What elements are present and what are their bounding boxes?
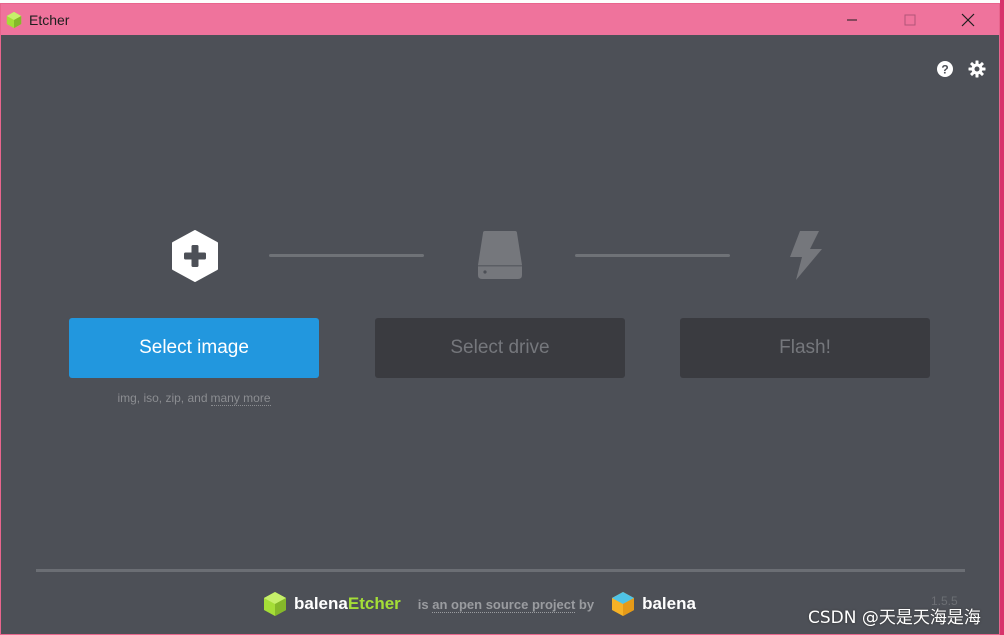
maximize-button[interactable] xyxy=(881,4,939,35)
app-window: Etcher ? Select image Select drive Flash… xyxy=(0,3,1000,635)
many-more-link[interactable]: many more xyxy=(210,391,271,406)
footer: balenaEtcher is an open source project b… xyxy=(262,589,696,619)
brand-name[interactable]: balenaEtcher xyxy=(294,594,401,614)
select-drive-button[interactable]: Select drive xyxy=(375,318,625,378)
etcher-app-icon xyxy=(6,11,22,28)
minimize-button[interactable] xyxy=(823,4,881,35)
window-title: Etcher xyxy=(29,11,70,28)
title-bar: Etcher xyxy=(1,4,999,35)
brand-name-part2: Etcher xyxy=(347,594,401,613)
hint-text: img, iso, zip, and xyxy=(117,391,208,405)
maximize-icon xyxy=(904,14,916,25)
svg-text:?: ? xyxy=(941,63,948,77)
plus-hexagon-icon xyxy=(172,230,218,282)
lightning-icon xyxy=(790,231,822,280)
help-icon[interactable]: ? xyxy=(936,60,954,78)
footer-divider xyxy=(36,569,965,572)
tagline-prefix: is xyxy=(417,596,429,612)
header-icons: ? xyxy=(936,60,986,78)
brand-name-part1: balena xyxy=(294,594,348,613)
close-button[interactable] xyxy=(939,4,997,35)
flash-button[interactable]: Flash! xyxy=(680,318,930,378)
watermark-text: CSDN @天是天海是海 xyxy=(808,608,981,628)
company-name[interactable]: balena xyxy=(642,594,696,614)
balena-logo-icon[interactable] xyxy=(610,591,636,617)
close-icon xyxy=(961,13,975,26)
drive-icon xyxy=(478,231,522,279)
balena-etcher-logo-icon[interactable] xyxy=(262,591,288,617)
minimize-icon xyxy=(847,19,857,20)
open-source-link[interactable]: an open source project xyxy=(432,596,576,613)
image-format-hint: img, iso, zip, and many more xyxy=(69,391,319,406)
background-strip xyxy=(1000,0,1004,635)
settings-icon[interactable] xyxy=(968,60,986,78)
footer-tagline: is an open source project by xyxy=(417,596,595,613)
tagline-suffix: by xyxy=(578,596,595,612)
step-connector-2 xyxy=(575,254,730,257)
select-image-button[interactable]: Select image xyxy=(69,318,319,378)
step-connector-1 xyxy=(269,254,424,257)
